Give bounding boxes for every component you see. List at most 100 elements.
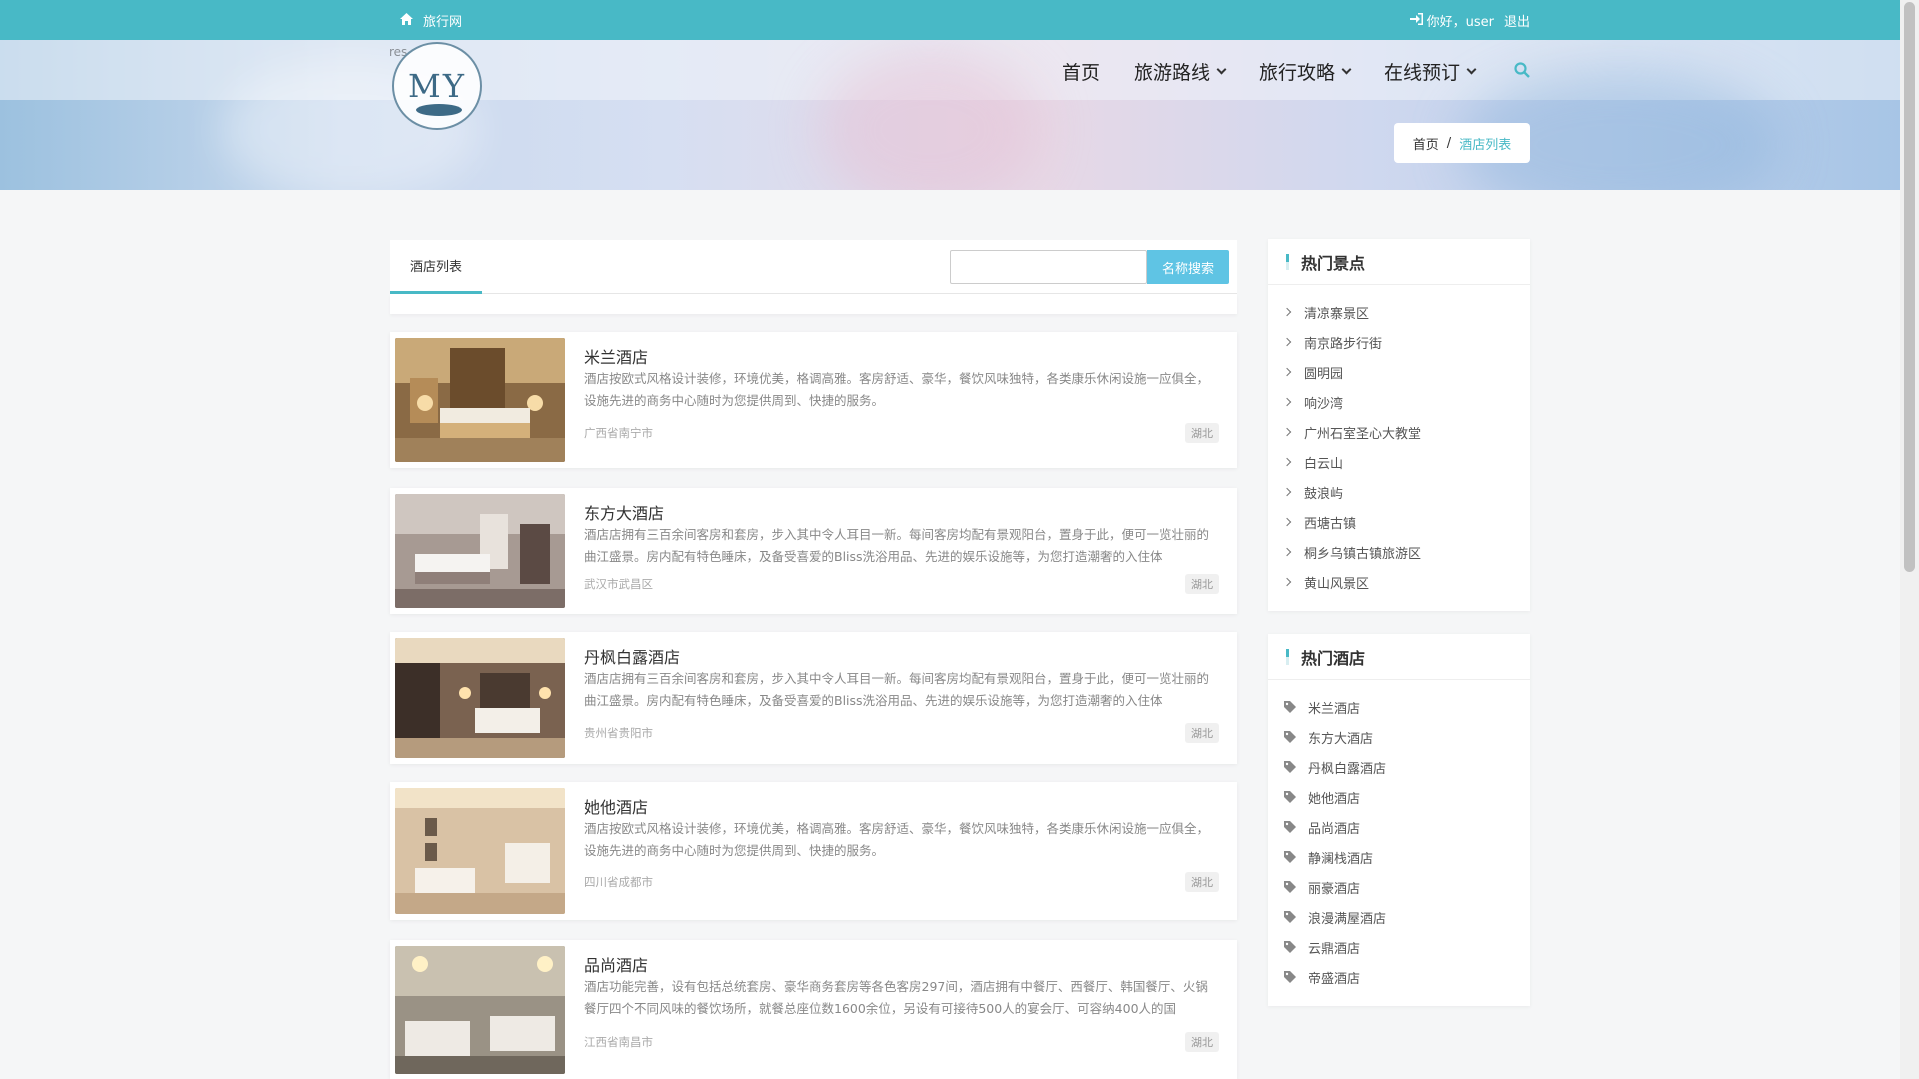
tag-icon bbox=[1284, 971, 1296, 983]
breadcrumb-home[interactable]: 首页 bbox=[1413, 134, 1439, 153]
attraction-item[interactable]: 清凉寨景区 bbox=[1268, 297, 1530, 327]
hotel-address: 江西省南昌市 bbox=[584, 1035, 653, 1049]
search-button[interactable]: 名称搜索 bbox=[1147, 250, 1229, 284]
hotel-address: 四川省成都市 bbox=[584, 875, 653, 889]
tag-icon bbox=[1284, 911, 1296, 923]
chevron-right-icon bbox=[1282, 547, 1292, 557]
attraction-item[interactable]: 桐乡乌镇古镇旅游区 bbox=[1268, 537, 1530, 567]
attraction-item[interactable]: 鼓浪屿 bbox=[1268, 477, 1530, 507]
hotel-name[interactable]: 东方大酒店 bbox=[584, 500, 664, 524]
hot-hotel-item[interactable]: 米兰酒店 bbox=[1268, 692, 1530, 722]
hot-hotel-item[interactable]: 浪漫满屋酒店 bbox=[1268, 902, 1530, 932]
region-tag: 湖北 bbox=[1185, 872, 1219, 892]
hot-hotel-item[interactable]: 她他酒店 bbox=[1268, 782, 1530, 812]
hotel-image[interactable] bbox=[395, 494, 565, 608]
hotel-description: 酒店按欧式风格设计装修，环境优美，格调高雅。客房舒适、豪华，餐饮风味独特，各类康… bbox=[584, 371, 1210, 408]
hotel-image[interactable] bbox=[395, 788, 565, 914]
list-item[interactable]: 品尚酒店 酒店功能完善，设有包括总统套房、豪华商务套房等各色客房297间，酒店拥… bbox=[390, 940, 1237, 1079]
search-input[interactable] bbox=[950, 250, 1147, 284]
list-item[interactable]: 丹枫白露酒店 酒店店拥有三百余间客房和套房，步入其中令人耳目一新。每间客房均配有… bbox=[390, 632, 1237, 764]
tag-icon bbox=[1284, 761, 1296, 773]
nav-item-routes[interactable]: 旅游路线 bbox=[1134, 58, 1227, 85]
chevron-right-icon bbox=[1282, 457, 1292, 467]
breadcrumb-separator: / bbox=[1446, 135, 1452, 151]
nav-item-home[interactable]: 首页 bbox=[1062, 58, 1100, 85]
tag-icon bbox=[1284, 851, 1296, 863]
page-scrollbar[interactable] bbox=[1900, 0, 1919, 1079]
hotel-list-panel: 酒店列表 名称搜索 米兰酒店 酒店按欧式风格设计装修，环境优美，格调高雅。客房舒… bbox=[390, 240, 1237, 1079]
attraction-item[interactable]: 广州石室圣心大教堂 bbox=[1268, 417, 1530, 447]
tag-icon bbox=[1284, 881, 1296, 893]
hot-hotels-title: 热门酒店 bbox=[1268, 634, 1530, 680]
breadcrumb: 首页 / 酒店列表 bbox=[1394, 123, 1530, 163]
site-logo[interactable]: MY bbox=[392, 42, 482, 130]
scrollbar-thumb[interactable] bbox=[1904, 2, 1915, 572]
tab-hotel-list[interactable]: 酒店列表 bbox=[390, 240, 482, 294]
chevron-right-icon bbox=[1282, 397, 1292, 407]
search-icon[interactable] bbox=[1514, 62, 1530, 82]
attraction-item[interactable]: 南京路步行街 bbox=[1268, 327, 1530, 357]
chevron-down-icon bbox=[1341, 64, 1352, 75]
list-item[interactable]: 她他酒店 酒店按欧式风格设计装修，环境优美，格调高雅。客房舒适、豪华，餐饮风味独… bbox=[390, 782, 1237, 920]
hotel-address: 广西省南宁市 bbox=[584, 426, 653, 440]
chevron-right-icon bbox=[1282, 307, 1292, 317]
home-link[interactable]: 旅行网 bbox=[400, 11, 462, 30]
tag-icon bbox=[1284, 731, 1296, 743]
hot-hotel-item[interactable]: 丹枫白露酒店 bbox=[1268, 752, 1530, 782]
hotel-image[interactable] bbox=[395, 338, 565, 462]
hot-attractions-panel: 热门景点 清凉寨景区 南京路步行街 圆明园 响沙湾 广州石室圣心大教堂 白云山 … bbox=[1268, 239, 1530, 611]
nav-item-booking[interactable]: 在线预订 bbox=[1384, 58, 1477, 85]
hotel-image[interactable] bbox=[395, 946, 565, 1074]
hero-banner bbox=[0, 40, 1900, 190]
hot-hotel-item[interactable]: 东方大酒店 bbox=[1268, 722, 1530, 752]
list-toolbar: 酒店列表 名称搜索 bbox=[390, 240, 1237, 294]
list-item[interactable]: 米兰酒店 酒店按欧式风格设计装修，环境优美，格调高雅。客房舒适、豪华，餐饮风味独… bbox=[390, 332, 1237, 468]
hotel-name[interactable]: 品尚酒店 bbox=[584, 952, 648, 976]
hotel-name[interactable]: 丹枫白露酒店 bbox=[584, 644, 680, 668]
attraction-item[interactable]: 响沙湾 bbox=[1268, 387, 1530, 417]
user-greeting: 你好，user bbox=[1426, 15, 1494, 30]
hot-hotel-item[interactable]: 丽豪酒店 bbox=[1268, 872, 1530, 902]
login-icon bbox=[1409, 12, 1423, 29]
site-name: 旅行网 bbox=[423, 15, 463, 30]
main-nav: 首页 旅游路线 旅行攻略 在线预订 bbox=[1062, 58, 1509, 85]
hotel-description: 酒店店拥有三百余间客房和套房，步入其中令人耳目一新。每间客房均配有景观阳台，置身… bbox=[584, 671, 1210, 708]
chevron-down-icon bbox=[1216, 64, 1227, 75]
tag-icon bbox=[1284, 941, 1296, 953]
list-item[interactable]: 东方大酒店 酒店店拥有三百余间客房和套房，步入其中令人耳目一新。每间客房均配有景… bbox=[390, 488, 1237, 614]
hotel-address: 贵州省贵阳市 bbox=[584, 726, 653, 740]
hotel-description: 酒店功能完善，设有包括总统套房、豪华商务套房等各色客房297间，酒店拥有中餐厅、… bbox=[584, 979, 1208, 1016]
hotel-description: 酒店店拥有三百余间客房和套房，步入其中令人耳目一新。每间客房均配有景观阳台，置身… bbox=[584, 527, 1210, 564]
chevron-right-icon bbox=[1282, 337, 1292, 347]
tag-icon bbox=[1284, 791, 1296, 803]
attraction-item[interactable]: 白云山 bbox=[1268, 447, 1530, 477]
hot-hotel-item[interactable]: 静澜栈酒店 bbox=[1268, 842, 1530, 872]
hot-hotel-item[interactable]: 帝盛酒店 bbox=[1268, 962, 1530, 992]
attraction-item[interactable]: 圆明园 bbox=[1268, 357, 1530, 387]
breadcrumb-current: 酒店列表 bbox=[1459, 137, 1512, 153]
attraction-item[interactable]: 黄山风景区 bbox=[1268, 567, 1530, 597]
hotel-name[interactable]: 她他酒店 bbox=[584, 794, 648, 818]
region-tag: 湖北 bbox=[1185, 723, 1219, 743]
home-icon bbox=[400, 12, 413, 29]
hotel-address: 武汉市武昌区 bbox=[584, 577, 653, 591]
tag-icon bbox=[1284, 701, 1296, 713]
hotel-name[interactable]: 米兰酒店 bbox=[584, 344, 648, 368]
hot-hotels-panel: 热门酒店 米兰酒店 东方大酒店 丹枫白露酒店 她他酒店 品尚酒店 静澜栈酒店 丽… bbox=[1268, 634, 1530, 1006]
chevron-right-icon bbox=[1282, 427, 1292, 437]
hot-hotel-item[interactable]: 品尚酒店 bbox=[1268, 812, 1530, 842]
user-area: 你好，user 退出 bbox=[1409, 11, 1530, 30]
nav-item-guides[interactable]: 旅行攻略 bbox=[1259, 58, 1352, 85]
region-tag: 湖北 bbox=[1185, 423, 1219, 443]
hotel-image[interactable] bbox=[395, 638, 565, 758]
chevron-right-icon bbox=[1282, 487, 1292, 497]
hot-hotel-item[interactable]: 云鼎酒店 bbox=[1268, 932, 1530, 962]
region-tag: 湖北 bbox=[1185, 1032, 1219, 1052]
chevron-right-icon bbox=[1282, 577, 1292, 587]
attraction-item[interactable]: 西塘古镇 bbox=[1268, 507, 1530, 537]
chevron-down-icon bbox=[1466, 64, 1477, 75]
hotel-description: 酒店按欧式风格设计装修，环境优美，格调高雅。客房舒适、豪华，餐饮风味独特，各类康… bbox=[584, 821, 1210, 858]
logout-link[interactable]: 退出 bbox=[1504, 11, 1530, 30]
tag-icon bbox=[1284, 821, 1296, 833]
top-bar: 旅行网 你好，user 退出 bbox=[0, 0, 1900, 40]
